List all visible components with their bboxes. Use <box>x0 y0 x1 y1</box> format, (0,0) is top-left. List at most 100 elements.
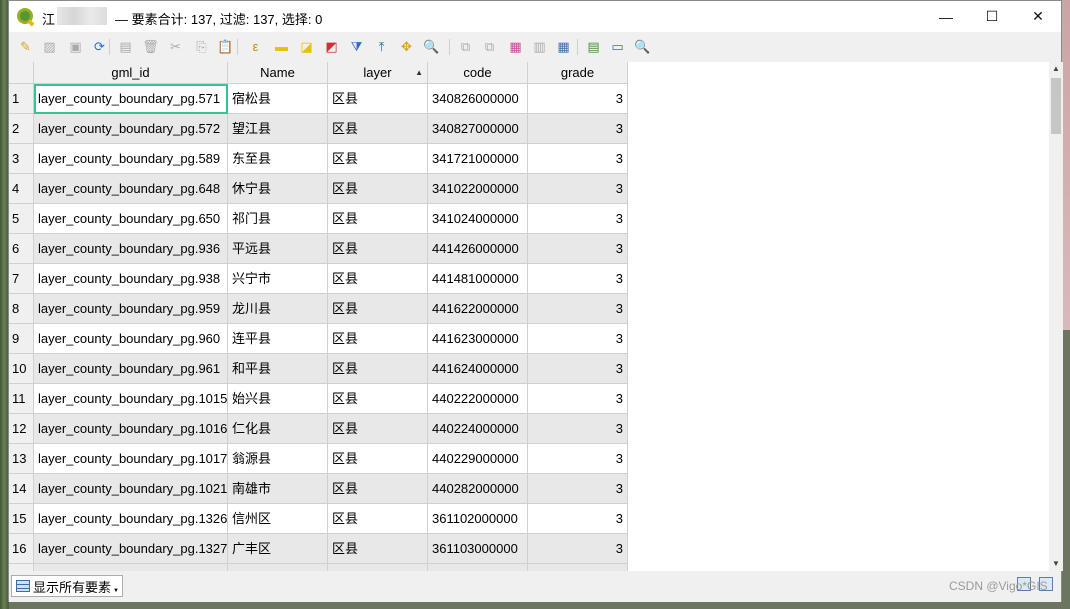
vertical-scrollbar[interactable]: ▲ ▼ <box>1049 62 1063 571</box>
table-row[interactable]: 2 layer_county_boundary_pg.572 望江县 区县 340827… <box>9 114 628 144</box>
title-bar[interactable]: 江 — 要素合计: 137, 过滤: 137, 选择: 0 — ☐ ✕ <box>9 1 1061 32</box>
close-button[interactable]: ✕ <box>1015 1 1061 32</box>
cell-gml-id[interactable]: layer_county_boundary_pg.648 <box>34 174 228 204</box>
table-cell[interactable] <box>428 564 528 571</box>
scrollbar-thumb[interactable] <box>1051 78 1061 134</box>
cell-gml-id[interactable]: layer_county_boundary_pg.1017 <box>34 444 228 474</box>
move-selection-to-top-icon[interactable]: ⤒ <box>373 38 390 55</box>
cell-name[interactable]: 东至县 <box>228 144 328 174</box>
cell-grade[interactable]: 3 <box>528 384 628 414</box>
table-cell[interactable] <box>328 564 428 571</box>
table-row[interactable]: 13 layer_county_boundary_pg.1017 翁源县 区县 4402… <box>9 444 628 474</box>
open-field-calculator-icon[interactable]: ▦ <box>555 38 572 55</box>
cell-layer[interactable]: 区县 <box>328 444 428 474</box>
table-row[interactable]: 8 layer_county_boundary_pg.959 龙川县 区县 441622… <box>9 294 628 324</box>
paste-icon[interactable]: 📋 <box>217 38 234 55</box>
maximize-button[interactable]: ☐ <box>969 1 1015 32</box>
cell-layer[interactable]: 区县 <box>328 294 428 324</box>
row-number-header[interactable]: 4 <box>9 174 34 204</box>
row-number-header[interactable]: 1 <box>9 84 34 114</box>
row-number-header[interactable]: 10 <box>9 354 34 384</box>
select-all-icon[interactable]: ▬ <box>273 38 290 55</box>
table-row[interactable]: 15 layer_county_boundary_pg.1326 信州区 区县 3611… <box>9 504 628 534</box>
cell-layer[interactable]: 区县 <box>328 144 428 174</box>
table-row[interactable]: 4 layer_county_boundary_pg.648 休宁县 区县 341022… <box>9 174 628 204</box>
cell-layer[interactable]: 区县 <box>328 384 428 414</box>
cell-gml-id[interactable]: layer_county_boundary_pg.571 <box>34 84 228 114</box>
cell-layer[interactable]: 区县 <box>328 504 428 534</box>
table-cell[interactable] <box>528 564 628 571</box>
filter-icon[interactable]: ⧩ <box>348 38 365 55</box>
cell-grade[interactable]: 3 <box>528 264 628 294</box>
dock-icon[interactable]: 🔍 <box>634 38 651 55</box>
minimize-button[interactable]: — <box>923 1 969 32</box>
table-row[interactable]: 9 layer_county_boundary_pg.960 连平县 区县 441623… <box>9 324 628 354</box>
column-header-name[interactable]: Name <box>228 62 328 84</box>
row-number-header[interactable]: 15 <box>9 504 34 534</box>
cell-name[interactable]: 南雄市 <box>228 474 328 504</box>
cell-grade[interactable]: 3 <box>528 204 628 234</box>
cell-code[interactable]: 361103000000 <box>428 534 528 564</box>
row-number-header[interactable]: 16 <box>9 534 34 564</box>
table-row[interactable]: 12 layer_county_boundary_pg.1016 仁化县 区县 4402… <box>9 414 628 444</box>
cell-code[interactable]: 440222000000 <box>428 384 528 414</box>
cell-gml-id[interactable]: layer_county_boundary_pg.572 <box>34 114 228 144</box>
cell-grade[interactable]: 3 <box>528 234 628 264</box>
cell-name[interactable]: 祁门县 <box>228 204 328 234</box>
cell-code[interactable]: 340827000000 <box>428 114 528 144</box>
cell-code[interactable]: 441622000000 <box>428 294 528 324</box>
row-number-header[interactable]: 2 <box>9 114 34 144</box>
table-row[interactable]: 11 layer_county_boundary_pg.1015 始兴县 区县 4402… <box>9 384 628 414</box>
cell-gml-id[interactable]: layer_county_boundary_pg.1326 <box>34 504 228 534</box>
cell-code[interactable]: 441426000000 <box>428 234 528 264</box>
table-row[interactable]: 14 layer_county_boundary_pg.1021 南雄市 区县 4402… <box>9 474 628 504</box>
row-number-header[interactable]: 3 <box>9 144 34 174</box>
delete-field-icon[interactable]: ▥ <box>531 38 548 55</box>
cell-name[interactable]: 和平县 <box>228 354 328 384</box>
row-number-header[interactable]: 5 <box>9 204 34 234</box>
cell-gml-id[interactable]: layer_county_boundary_pg.960 <box>34 324 228 354</box>
reload-icon[interactable]: ⟳ <box>91 38 108 55</box>
toggle-editing-icon[interactable]: ✎ <box>17 38 34 55</box>
row-number-header[interactable]: 13 <box>9 444 34 474</box>
cell-grade[interactable]: 3 <box>528 354 628 384</box>
new-field-icon[interactable]: ▦ <box>507 38 524 55</box>
toggle-multi-edit-icon[interactable]: ▨ <box>41 38 58 55</box>
cell-gml-id[interactable]: layer_county_boundary_pg.1016 <box>34 414 228 444</box>
zoom-to-selection-icon[interactable]: 🔍 <box>423 38 440 55</box>
row-number-header[interactable]: 12 <box>9 414 34 444</box>
cell-layer[interactable]: 区县 <box>328 234 428 264</box>
save-edits-icon[interactable]: ▣ <box>67 38 84 55</box>
copy-rows-icon[interactable]: ⧉ <box>457 38 474 55</box>
row-number-header[interactable]: 8 <box>9 294 34 324</box>
row-number-header[interactable]: 7 <box>9 264 34 294</box>
cell-name[interactable]: 平远县 <box>228 234 328 264</box>
row-number-header[interactable]: 9 <box>9 324 34 354</box>
cell-layer[interactable]: 区县 <box>328 414 428 444</box>
cell-name[interactable]: 龙川县 <box>228 294 328 324</box>
copy-icon[interactable]: ⎘ <box>193 38 210 55</box>
cell-grade[interactable]: 3 <box>528 174 628 204</box>
cell-gml-id[interactable]: layer_county_boundary_pg.961 <box>34 354 228 384</box>
deselect-all-icon[interactable]: ◩ <box>323 38 340 55</box>
paste-rows-icon[interactable]: ⧉ <box>481 38 498 55</box>
cell-layer[interactable]: 区县 <box>328 474 428 504</box>
table-row[interactable]: 6 layer_county_boundary_pg.936 平远县 区县 441426… <box>9 234 628 264</box>
table-cell[interactable] <box>228 564 328 571</box>
cell-code[interactable]: 341024000000 <box>428 204 528 234</box>
cell-name[interactable]: 始兴县 <box>228 384 328 414</box>
cell-grade[interactable]: 3 <box>528 144 628 174</box>
cell-grade[interactable]: 3 <box>528 504 628 534</box>
pan-to-selection-icon[interactable]: ✥ <box>398 38 415 55</box>
table-row[interactable]: 5 layer_county_boundary_pg.650 祁门县 区县 341024… <box>9 204 628 234</box>
cell-grade[interactable]: 3 <box>528 474 628 504</box>
cell-name[interactable]: 休宁县 <box>228 174 328 204</box>
invert-selection-icon[interactable]: ◪ <box>298 38 315 55</box>
cell-name[interactable]: 信州区 <box>228 504 328 534</box>
cell-code[interactable]: 340826000000 <box>428 84 528 114</box>
row-number-header[interactable]: 6 <box>9 234 34 264</box>
cell-name[interactable]: 兴宁市 <box>228 264 328 294</box>
cell-grade[interactable]: 3 <box>528 414 628 444</box>
cell-name[interactable]: 仁化县 <box>228 414 328 444</box>
cut-icon[interactable]: ✂ <box>167 38 184 55</box>
